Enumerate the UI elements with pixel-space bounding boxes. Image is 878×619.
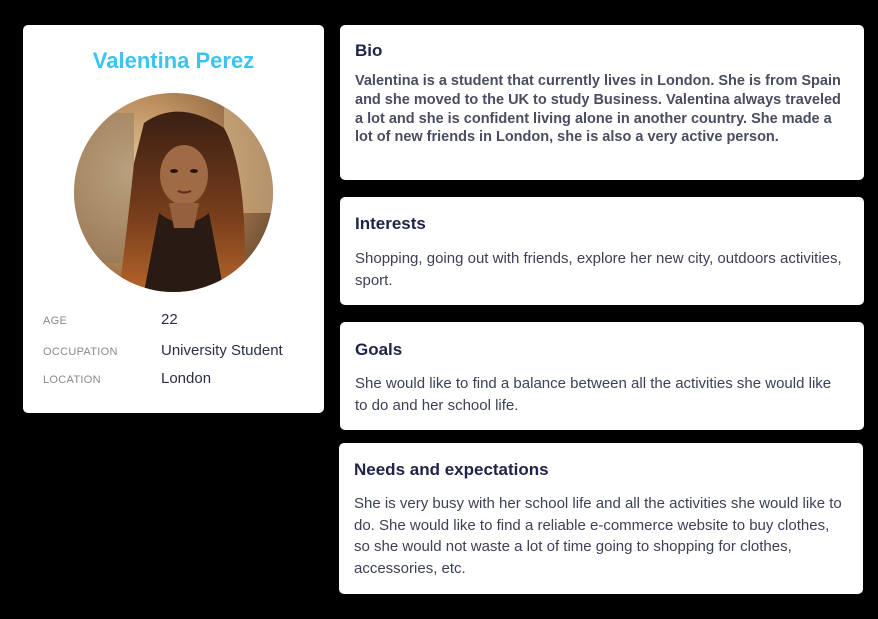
bio-text: Valentina is a student that currently li… — [355, 73, 841, 146]
interests-text: Shopping, going out with friends, explor… — [355, 250, 842, 289]
interests-card: Interests Shopping, going out with frien… — [340, 197, 864, 305]
avatar-photo — [74, 93, 273, 292]
age-label: AGE — [43, 315, 68, 327]
goals-card: Goals She would like to find a balance b… — [340, 322, 864, 430]
age-value: 22 — [161, 311, 178, 328]
interests-title: Interests — [355, 214, 426, 233]
age-row: AGE 22 — [43, 311, 314, 331]
location-label: LOCATION — [43, 374, 101, 386]
occupation-row: OCCUPATION University Student — [43, 342, 314, 362]
needs-card: Needs and expectations She is very busy … — [339, 443, 863, 594]
location-row: LOCATION London — [43, 370, 314, 390]
goals-title: Goals — [355, 340, 403, 359]
goals-text: She would like to find a balance between… — [355, 375, 832, 414]
bio-title: Bio — [355, 41, 383, 60]
needs-title: Needs and expectations — [354, 460, 549, 479]
avatar — [74, 93, 273, 292]
bio-card: Bio Valentina is a student that currentl… — [340, 25, 864, 180]
profile-name: Valentina Perez — [92, 48, 255, 73]
occupation-value: University Student — [161, 342, 283, 359]
occupation-label: OCCUPATION — [43, 346, 118, 358]
profile-card: Valentina Perez AGE 22 OCCUPATION Univer… — [23, 25, 324, 413]
location-value: London — [161, 370, 212, 387]
needs-text: She is very busy with her school life an… — [354, 495, 842, 577]
